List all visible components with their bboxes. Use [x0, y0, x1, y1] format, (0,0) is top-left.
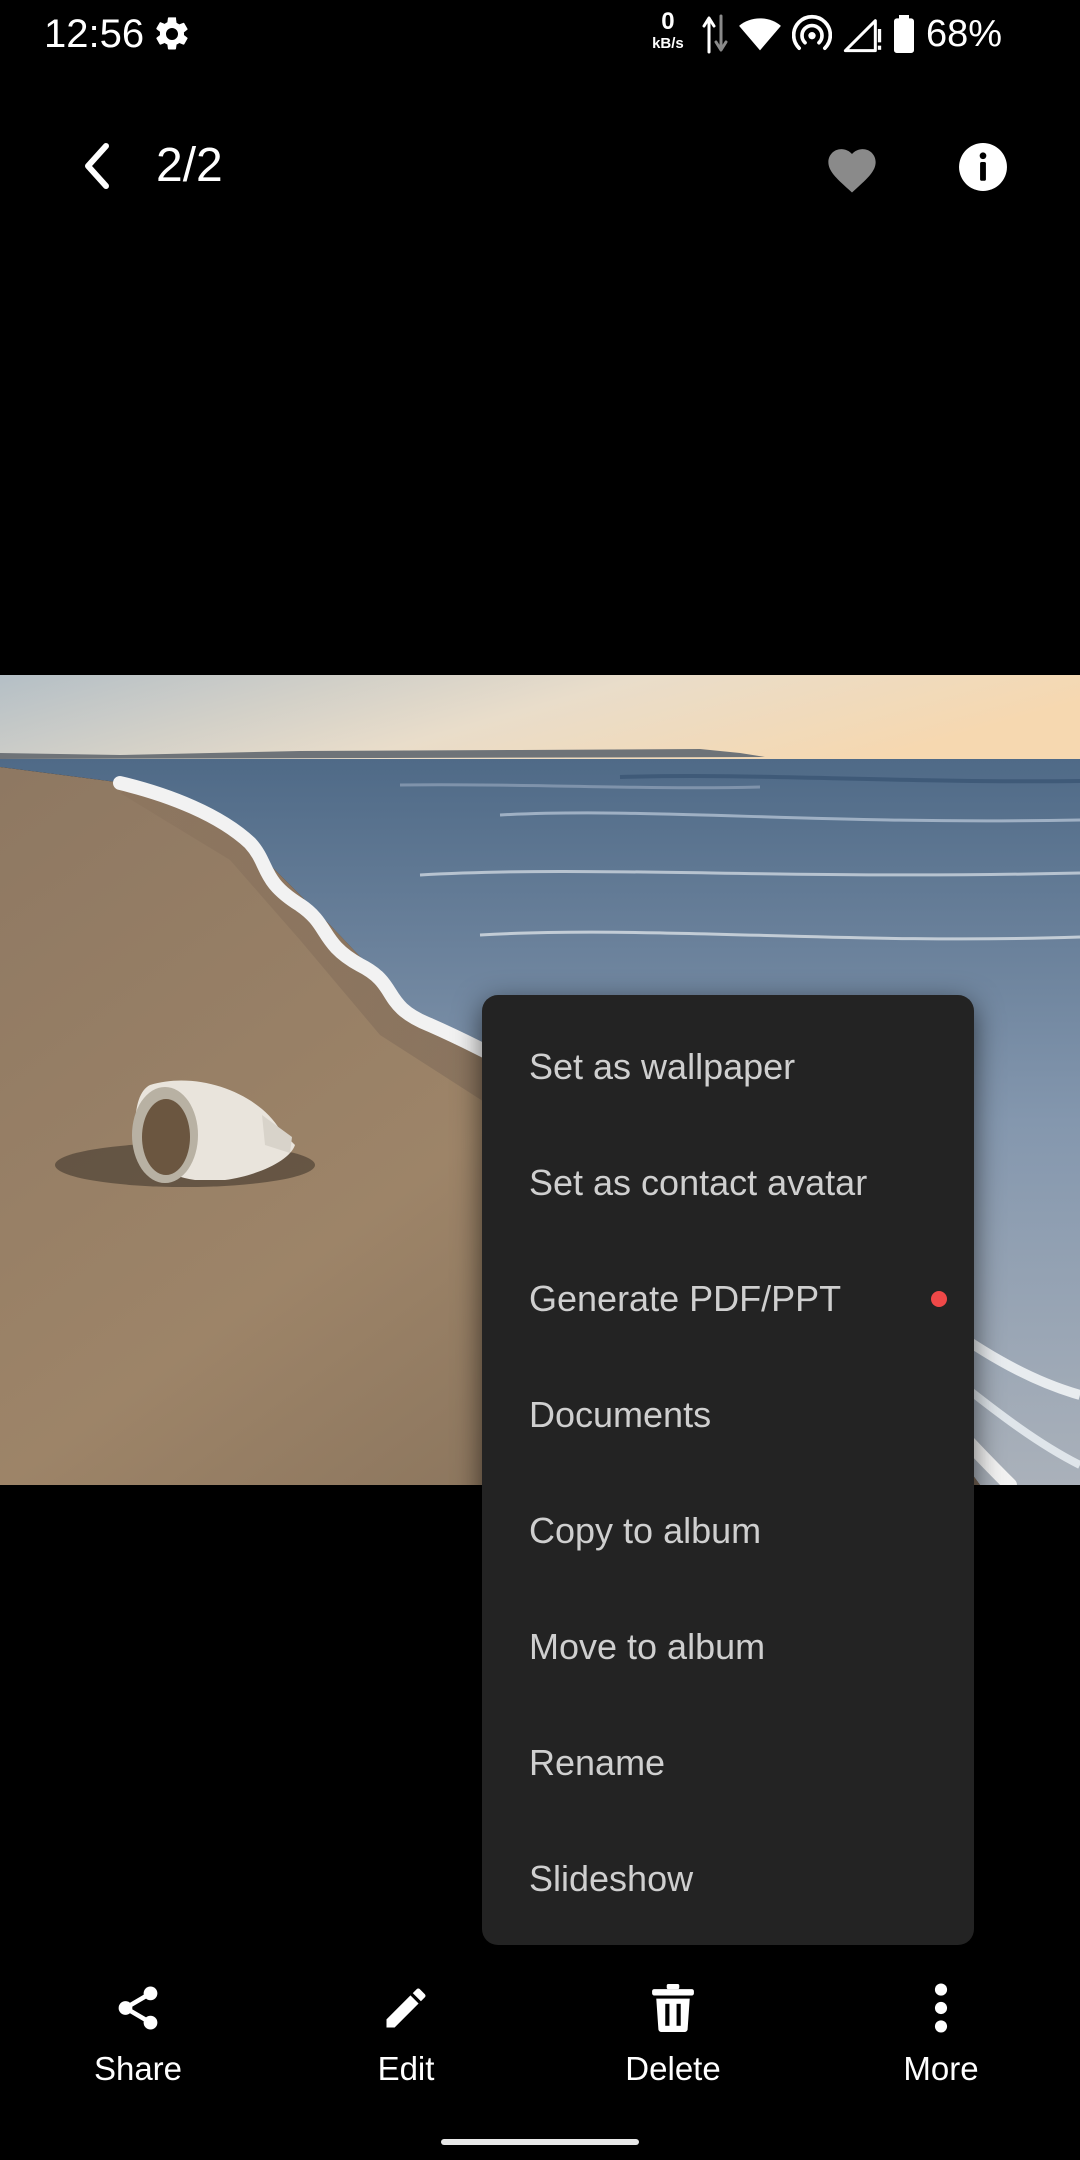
status-bar: 12:56 0 kB/s 68% — [0, 0, 1080, 68]
wifi-icon — [739, 18, 781, 51]
delete-label: Delete — [625, 2050, 721, 2087]
edit-button[interactable]: Edit — [306, 1960, 506, 2100]
page-counter: 2/2 — [156, 139, 223, 192]
menu-item-label: Set as contact avatar — [529, 1162, 868, 1203]
more-vertical-icon — [934, 1983, 948, 2033]
share-label: Share — [93, 2050, 183, 2087]
menu-item-set-as-contact-avatar[interactable]: Set as contact avatar — [482, 1125, 974, 1241]
share-button[interactable]: Share — [38, 1960, 238, 2100]
net-speed-unit: kB/s — [652, 35, 684, 52]
info-button[interactable] — [946, 130, 1020, 204]
share-icon — [118, 1986, 158, 2030]
battery-icon — [893, 15, 914, 53]
pencil-icon — [386, 1988, 426, 2028]
menu-item-generate-pdf-ppt[interactable]: Generate PDF/PPT — [482, 1241, 974, 1357]
menu-item-label: Generate PDF/PPT — [529, 1278, 842, 1319]
viewer-top-bar: 2/2 — [0, 110, 1080, 220]
trash-icon — [652, 1983, 694, 2033]
menu-item-label: Slideshow — [529, 1858, 694, 1899]
chevron-left-icon — [85, 143, 109, 189]
back-button[interactable] — [60, 130, 132, 202]
menu-item-label: Rename — [529, 1742, 666, 1783]
menu-item-move-to-album[interactable]: Move to album — [482, 1589, 974, 1705]
delete-button[interactable]: Delete — [573, 1960, 773, 2100]
info-icon — [959, 143, 1007, 191]
heart-icon — [828, 149, 876, 193]
net-speed-value: 0 — [661, 8, 675, 35]
menu-item-set-as-wallpaper[interactable]: Set as wallpaper — [482, 1009, 974, 1125]
menu-item-copy-to-album[interactable]: Copy to album — [482, 1473, 974, 1589]
more-label: More — [903, 2050, 979, 2087]
cell-signal-icon — [843, 19, 882, 53]
edit-label: Edit — [377, 2050, 435, 2087]
menu-item-label: Documents — [529, 1394, 712, 1435]
menu-item-label: Set as wallpaper — [529, 1046, 796, 1087]
battery-percent: 68% — [925, 13, 1002, 55]
menu-item-label: Copy to album — [529, 1510, 762, 1551]
status-icons: 0 kB/s 68% — [648, 8, 1002, 60]
menu-item-label: Move to album — [529, 1626, 766, 1667]
menu-item-documents[interactable]: Documents — [482, 1357, 974, 1473]
menu-item-slideshow[interactable]: Slideshow — [482, 1821, 974, 1937]
more-button[interactable]: More — [841, 1960, 1041, 2100]
new-feature-dot — [931, 1291, 947, 1307]
home-indicator[interactable] — [441, 2139, 639, 2145]
favorite-button[interactable] — [812, 132, 892, 204]
menu-item-rename[interactable]: Rename — [482, 1705, 974, 1821]
status-time: 12:56 — [44, 12, 145, 56]
net-speed-indicator: 0 kB/s — [648, 8, 688, 60]
settings-gear-icon — [156, 17, 188, 50]
bottom-action-bar: Share Edit Delete More — [0, 1960, 1080, 2100]
more-options-menu: Set as wallpaper Set as contact avatar G… — [482, 995, 974, 1945]
hotspot-icon — [791, 14, 832, 51]
data-arrows-icon — [702, 14, 728, 54]
